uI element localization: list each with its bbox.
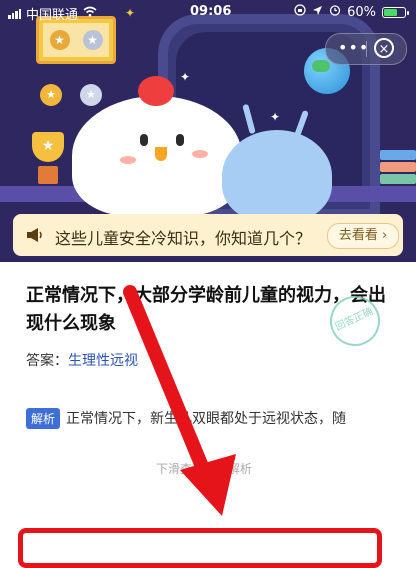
more-button[interactable]: ••• bbox=[338, 40, 369, 56]
alien-mascot bbox=[222, 130, 332, 222]
battery-percent: 60% bbox=[347, 4, 376, 20]
question-card: 正常情况下，大部分学龄前儿童的视力，会出现什么现象 回答正确 答案：生理性远视 … bbox=[0, 262, 416, 568]
notice-banner[interactable]: 这些儿童安全冷知识，你知道几个？ 去看看 › bbox=[13, 214, 403, 256]
books-icon bbox=[380, 150, 416, 190]
star-icon: ✦ bbox=[270, 110, 281, 124]
star-icon: ✦ bbox=[180, 70, 191, 84]
megaphone-icon bbox=[25, 226, 45, 244]
medal-icon: ★ bbox=[80, 84, 102, 106]
alarm-icon bbox=[329, 4, 341, 20]
silver-medal-icon: ★ bbox=[82, 30, 103, 50]
answer-line: 答案：生理性远视 bbox=[26, 350, 138, 370]
status-bar: 中国联通 09:06 60% bbox=[0, 0, 416, 24]
hero-banner: ✦ ✦ ✦ ★ ★ ★ ★ ★ 中国联通 09:06 60% ••• × 这些儿… bbox=[0, 0, 416, 262]
answer-label: 答案： bbox=[26, 353, 68, 369]
orientation-lock-icon bbox=[294, 4, 306, 20]
signal-icon bbox=[8, 8, 21, 19]
clock: 09:06 bbox=[190, 4, 232, 19]
go-see-button[interactable]: 去看看 › bbox=[327, 223, 399, 249]
highlight-box bbox=[18, 528, 382, 568]
chicken-comb bbox=[138, 76, 174, 106]
analysis-tag: 解析 bbox=[26, 408, 61, 429]
gold-medal-icon: ★ bbox=[49, 30, 70, 50]
chicken-cheek bbox=[192, 150, 208, 158]
scroll-hint: 下滑查看答案解析 bbox=[156, 462, 253, 476]
banner-text: 这些儿童安全冷知识，你知道几个？ bbox=[55, 229, 312, 248]
carrier-label: 中国联通 bbox=[26, 8, 79, 23]
chicken-eye bbox=[140, 134, 148, 146]
battery-icon bbox=[382, 6, 409, 18]
medal-icon: ★ bbox=[40, 84, 62, 106]
close-button[interactable]: × bbox=[374, 38, 394, 58]
analysis-line: 解析 正常情况下，新生儿双眼都处于远视状态，随 bbox=[26, 408, 346, 429]
analysis-text: 正常情况下，新生儿双眼都处于远视状态，随 bbox=[66, 411, 347, 427]
answer-value: 生理性远视 bbox=[68, 353, 138, 369]
mini-program-capsule: ••• × bbox=[325, 33, 407, 65]
chicken-eye bbox=[176, 134, 184, 146]
trophy-icon: ★ bbox=[28, 132, 68, 186]
location-icon bbox=[312, 5, 323, 20]
wifi-icon bbox=[83, 6, 97, 21]
chicken-beak bbox=[155, 147, 167, 161]
chicken-cheek bbox=[120, 156, 136, 164]
